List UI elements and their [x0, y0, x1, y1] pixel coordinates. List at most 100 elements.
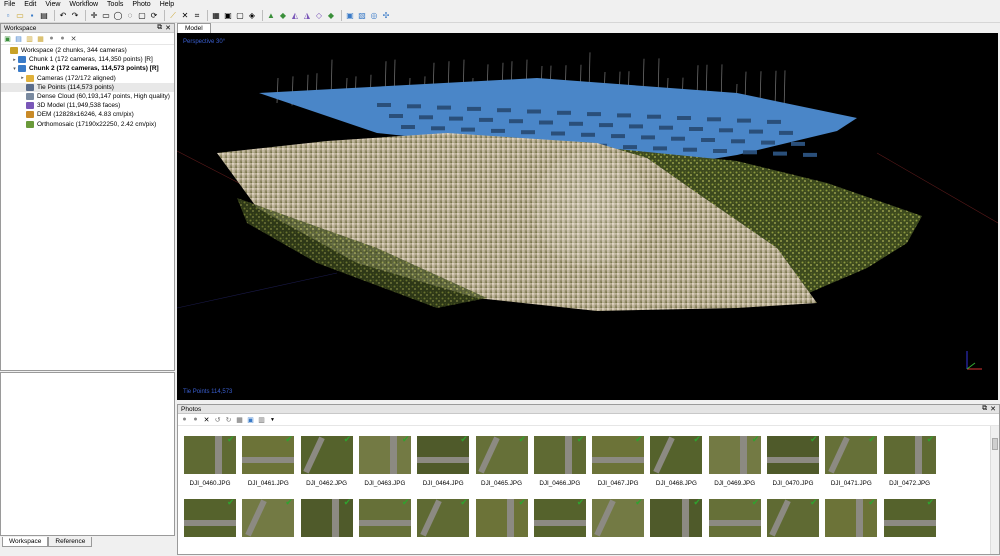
photos-scrollbar[interactable]: [990, 426, 999, 554]
tab-workspace[interactable]: Workspace: [2, 537, 49, 547]
float-panel-icon[interactable]: ⧉: [157, 24, 162, 32]
photo-thumbnail[interactable]: ✔ DJI_0462.JPG: [298, 436, 356, 487]
photo-thumbnail[interactable]: ✔: [531, 499, 589, 537]
tab-model[interactable]: Model: [177, 23, 211, 33]
crop-icon[interactable]: ⌗: [192, 11, 202, 21]
menu-help[interactable]: Help: [160, 1, 174, 8]
rectangle-selection-icon[interactable]: ▭: [101, 11, 111, 21]
float-panel-icon[interactable]: ⧉: [982, 405, 987, 413]
photo-thumbnail[interactable]: ✔ DJI_0464.JPG: [414, 436, 472, 487]
model-3d-view[interactable]: Perspective 30° Tie Points 114,573: [177, 33, 998, 400]
filter-icon[interactable]: ▣: [246, 415, 255, 424]
enable-icon[interactable]: ●: [47, 34, 56, 43]
disable-icon[interactable]: ●: [58, 34, 67, 43]
navigation-icon[interactable]: ✛: [89, 11, 99, 21]
textured-model-icon[interactable]: ◆: [326, 11, 336, 21]
open-icon[interactable]: ▭: [15, 11, 25, 21]
circle-selection-icon[interactable]: ◯: [113, 11, 123, 21]
photo-thumbnail[interactable]: ✔ DJI_0467.JPG: [589, 436, 647, 487]
tree-item[interactable]: ▸ Cameras (172/172 aligned): [1, 74, 174, 83]
menu-file[interactable]: File: [4, 1, 15, 8]
photo-thumbnail[interactable]: ✔ DJI_0463.JPG: [356, 436, 414, 487]
menu-tools[interactable]: Tools: [107, 1, 123, 8]
add-chunk-icon[interactable]: ▣: [3, 34, 12, 43]
photo-thumbnail[interactable]: ✔ DJI_0465.JPG: [473, 436, 531, 487]
resize-region-icon[interactable]: ▢: [137, 11, 147, 21]
tree-item[interactable]: ▾ Chunk 2 (172 cameras, 114,573 points) […: [1, 64, 174, 73]
photo-thumbnail[interactable]: ✔: [764, 499, 822, 537]
photo-thumbnail[interactable]: ✔: [822, 499, 880, 537]
add-photos-icon[interactable]: ▤: [14, 34, 23, 43]
photo-thumbnail[interactable]: ✔ DJI_0469.JPG: [706, 436, 764, 487]
photo-thumbnail[interactable]: ✔: [414, 499, 472, 537]
disable-camera-icon[interactable]: ●: [191, 415, 200, 424]
remove-icon[interactable]: ✕: [69, 34, 78, 43]
import-icon[interactable]: ▦: [36, 34, 45, 43]
rotate-region-icon[interactable]: ⟳: [149, 11, 159, 21]
grid-view-icon[interactable]: ▦: [211, 11, 221, 21]
tree-item[interactable]: Workspace (2 chunks, 344 cameras): [1, 46, 174, 55]
new-icon[interactable]: ▫: [3, 11, 13, 21]
photo-thumbnail[interactable]: ✔: [589, 499, 647, 537]
expand-arrow-icon[interactable]: ▾: [11, 66, 18, 72]
rotate-right-icon[interactable]: ↻: [224, 415, 233, 424]
photo-thumbnail[interactable]: ✔: [298, 499, 356, 537]
print-icon[interactable]: ▤: [39, 11, 49, 21]
photo-thumbnail[interactable]: ✔ DJI_0471.JPG: [822, 436, 880, 487]
photo-thumbnail[interactable]: ✔ DJI_0461.JPG: [239, 436, 297, 487]
view-mode-icon[interactable]: ▥: [257, 415, 266, 424]
tree-item[interactable]: ▸ Chunk 1 (172 cameras, 114,350 points) […: [1, 55, 174, 64]
photo-thumbnail[interactable]: ✔ DJI_0466.JPG: [531, 436, 589, 487]
photo-thumbnail[interactable]: ✔ DJI_0470.JPG: [764, 436, 822, 487]
tree-item[interactable]: Tie Points (114,573 points): [1, 82, 174, 92]
close-panel-icon[interactable]: ✕: [990, 405, 996, 413]
tab-reference[interactable]: Reference: [48, 537, 93, 547]
masks-icon[interactable]: ▦: [235, 415, 244, 424]
delete-icon[interactable]: ✕: [180, 11, 190, 21]
tree-item[interactable]: 3D Model (11,949,538 faces): [1, 101, 174, 110]
expand-arrow-icon[interactable]: ▸: [19, 75, 26, 81]
menu-view[interactable]: View: [45, 1, 60, 8]
scroll-thumb[interactable]: [992, 438, 998, 450]
show-region-icon[interactable]: ▧: [357, 11, 367, 21]
expand-arrow-icon[interactable]: ▸: [11, 57, 18, 63]
tree-item[interactable]: Dense Cloud (60,193,147 points, High qua…: [1, 92, 174, 101]
solid-model-icon[interactable]: ◮: [302, 11, 312, 21]
wireframe-model-icon[interactable]: ◇: [314, 11, 324, 21]
free-form-selection-icon[interactable]: ◌: [125, 11, 135, 21]
photo-thumbnail[interactable]: ✔: [239, 499, 297, 537]
menu-workflow[interactable]: Workflow: [69, 1, 98, 8]
redo-icon[interactable]: ↷: [70, 11, 80, 21]
save-icon[interactable]: ▪: [27, 11, 37, 21]
zoom-in-icon[interactable]: ▣: [223, 11, 233, 21]
menu-photo[interactable]: Photo: [132, 1, 150, 8]
ruler-icon[interactable]: ⟋: [168, 11, 178, 21]
undo-icon[interactable]: ↶: [58, 11, 68, 21]
rotate-left-icon[interactable]: ↺: [213, 415, 222, 424]
photo-thumbnail[interactable]: ✔: [181, 499, 239, 537]
photo-thumbnail[interactable]: ✔ DJI_0460.JPG: [181, 436, 239, 487]
menu-edit[interactable]: Edit: [24, 1, 36, 8]
photo-thumbnail[interactable]: ✔: [647, 499, 705, 537]
remove-camera-icon[interactable]: ✕: [202, 415, 211, 424]
tree-item[interactable]: Orthomosaic (17190x22250, 2.42 cm/pix): [1, 120, 174, 129]
tree-item[interactable]: DEM (12828x16246, 4.83 cm/pix): [1, 110, 174, 119]
dense-cloud-icon[interactable]: ◆: [278, 11, 288, 21]
zoom-out-icon[interactable]: ▢: [235, 11, 245, 21]
close-panel-icon[interactable]: ✕: [165, 24, 171, 32]
show-info-icon[interactable]: ✣: [381, 11, 391, 21]
dropdown-icon[interactable]: ▼: [268, 415, 277, 424]
add-folder-icon[interactable]: ▥: [25, 34, 34, 43]
photo-thumbnail[interactable]: ✔: [356, 499, 414, 537]
photo-thumbnail[interactable]: ✔ DJI_0472.JPG: [881, 436, 939, 487]
shaded-model-icon[interactable]: ◭: [290, 11, 300, 21]
photo-thumbnail[interactable]: ✔ DJI_0468.JPG: [647, 436, 705, 487]
reset-view-icon[interactable]: ◈: [247, 11, 257, 21]
photo-thumbnail[interactable]: ✔: [706, 499, 764, 537]
enable-camera-icon[interactable]: ●: [180, 415, 189, 424]
show-trackball-icon[interactable]: ◎: [369, 11, 379, 21]
photo-thumbnail[interactable]: ✔: [473, 499, 531, 537]
point-cloud-icon[interactable]: ▲: [266, 11, 276, 21]
photo-thumbnail[interactable]: ✔: [881, 499, 939, 537]
show-cameras-icon[interactable]: ▣: [345, 11, 355, 21]
